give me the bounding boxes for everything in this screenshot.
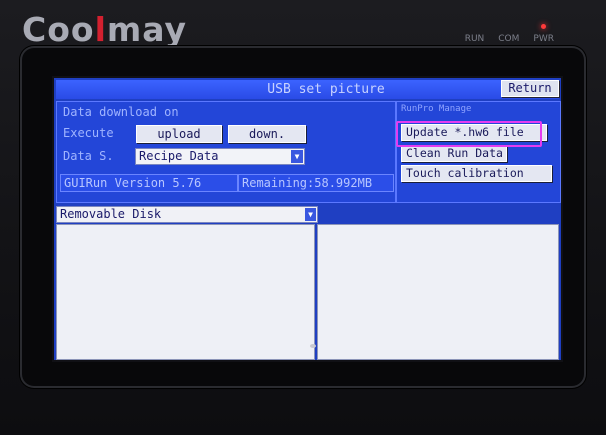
data-source-select[interactable]: Recipe Data ▼ — [135, 148, 305, 165]
runpro-manage-panel: RunPro Manage Update *.hw6 file Clean Ru… — [396, 101, 561, 203]
screen-reflection — [310, 344, 316, 348]
execute-label: Execute — [63, 126, 114, 140]
drive-select-value: Removable Disk — [60, 207, 162, 221]
file-list-right[interactable] — [317, 224, 559, 360]
runpro-header: RunPro Manage — [401, 104, 472, 114]
download-label: Data download on — [63, 105, 179, 119]
data-source-label: Data S. — [63, 149, 114, 163]
remaining-display: Remaining:58.992MB — [238, 174, 394, 192]
data-source-value: Recipe Data — [139, 149, 219, 163]
file-list-left[interactable] — [56, 224, 315, 360]
title-bar: USB set picture — [56, 80, 559, 99]
highlight-frame — [396, 121, 542, 147]
chevron-down-icon: ▼ — [291, 150, 303, 163]
return-button[interactable]: Return — [501, 80, 559, 97]
indicator-com: COM — [498, 34, 520, 44]
touch-calibration-button[interactable]: Touch calibration — [401, 165, 552, 182]
indicator-run: RUN — [464, 34, 485, 44]
indicator-labels: RUN COM PWR — [465, 34, 554, 44]
page-title: USB set picture — [267, 82, 385, 97]
chevron-down-icon: ▼ — [305, 208, 316, 221]
hmi-device: Coolmay RUN COM PWR USB set picture Retu… — [0, 0, 606, 435]
brand-logo: Coolmay — [22, 10, 188, 49]
down-button[interactable]: down. — [228, 125, 306, 143]
download-panel: Data download on Execute upload down. Da… — [56, 101, 396, 203]
upload-button[interactable]: upload — [136, 125, 222, 143]
touch-screen: USB set picture Return Data download on … — [54, 78, 561, 360]
clean-run-data-button[interactable]: Clean Run Data — [401, 145, 507, 162]
drive-select[interactable]: Removable Disk ▼ — [56, 206, 318, 223]
indicator-pwr: PWR — [533, 34, 554, 44]
pwr-led-icon — [541, 24, 546, 29]
version-display: GUIRun Version 5.76 — [60, 174, 238, 192]
